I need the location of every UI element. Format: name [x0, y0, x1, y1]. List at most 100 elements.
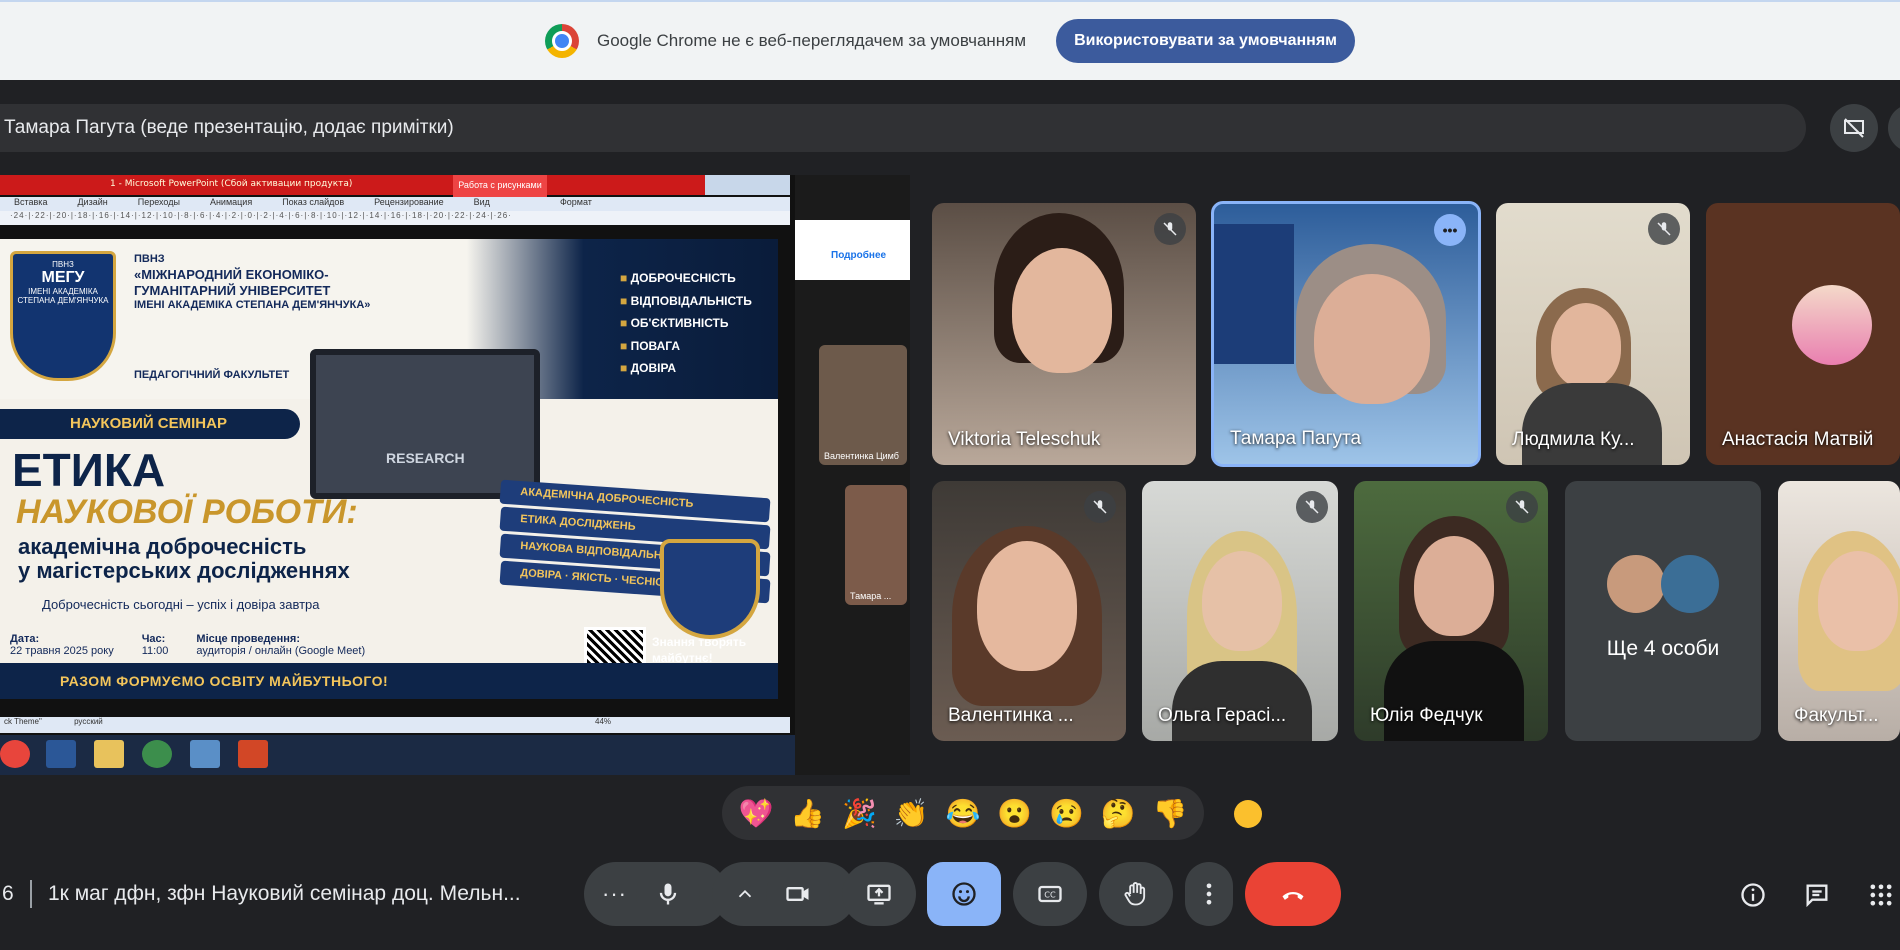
mic-muted-icon [1506, 491, 1538, 523]
chat-button[interactable] [1800, 878, 1834, 912]
participant-shirt [1522, 383, 1662, 465]
slide-title-2: НАУКОВОЇ РОБОТИ: [16, 493, 358, 531]
captions-button[interactable]: CC [1013, 862, 1087, 926]
mini-participant-tile: Валентинка Цимб [819, 345, 907, 465]
event-place: Місце проведення: аудиторія / онлайн (Goo… [196, 633, 365, 657]
university-crest: ПВНЗ МЕГУ ІМЕНІ АКАДЕМІКА СТЕПАНА ДЕМ'ЯН… [10, 251, 116, 381]
surprised-reaction[interactable]: 😮 [997, 797, 1032, 830]
participant-face [1818, 551, 1898, 651]
crest-sub-text: ІМЕНІ АКАДЕМІКА СТЕПАНА ДЕМ'ЯНЧУКА [17, 287, 109, 305]
slide-title-1: ЕТИКА [12, 444, 166, 496]
participant-avatar [1661, 555, 1719, 613]
hang-up-icon [1282, 891, 1304, 900]
slide-subtitle: академічна доброчесність у магістерських… [18, 534, 350, 583]
participant-tile[interactable]: Ольга Гераci... [1142, 481, 1338, 741]
slide-footer: РАЗОМ ФОРМУЄМО ОСВІТУ МАЙБУТНЬОГО! [0, 663, 778, 699]
participant-face [1202, 551, 1282, 651]
reactions-button[interactable] [927, 862, 1001, 926]
info-icon [1741, 883, 1765, 907]
image-viewer-taskbar-icon [190, 740, 220, 768]
values-list: ДОБРОЧЕСНІСТЬ ВІДПОВІДАЛЬНІСТЬ ОБ'ЄКТИВН… [620, 267, 752, 380]
participant-shirt [1172, 661, 1312, 741]
more-participants-tile[interactable]: Ще 4 особи [1565, 481, 1761, 741]
slide-subtitle-line-1: академічна доброчесність [18, 534, 307, 559]
ppt-menu-item: Анимация [209, 197, 253, 207]
browser-content: Подробнее [795, 220, 910, 280]
date-label: Дата: [10, 633, 40, 645]
participant-face [1012, 248, 1112, 373]
qr-caption: Знання творять майбутнє! [652, 635, 747, 665]
participant-name: Юлія Федчук [1370, 705, 1483, 726]
laptop-image: RESEARCH [310, 349, 540, 499]
event-date: Дата: 22 травня 2025 року [10, 633, 114, 657]
background-browser-window: Подробнее Валентинка Цимб Тамара ... [795, 175, 910, 775]
mic-muted-icon [1154, 213, 1186, 245]
clapping-reaction[interactable]: 👏 [894, 797, 929, 830]
participant-face [1414, 536, 1494, 636]
emoji-icon [952, 882, 976, 906]
participant-tile[interactable]: Факульт... [1778, 481, 1900, 741]
more-participants-label: Ще 4 особи [1606, 637, 1720, 660]
microphone-button[interactable] [636, 862, 700, 926]
presenter-bar: Тамара Пагута (веде презентацію, додає п… [0, 104, 1806, 152]
seminar-badge: НАУКОВИЙ СЕМІНАР [0, 409, 300, 439]
participant-avatar [1792, 285, 1872, 365]
ppt-theme-name: ck Theme" [4, 717, 42, 726]
hide-presentation-button[interactable] [1830, 104, 1878, 152]
more-options-button[interactable] [1185, 862, 1233, 926]
participant-tile[interactable]: Людмила Ку... [1496, 203, 1690, 465]
participant-tile[interactable]: Анастасія Матвій [1706, 203, 1900, 465]
participant-name: Факульт... [1794, 705, 1879, 726]
chat-icon [1806, 884, 1828, 908]
ppt-zoom: 44% [595, 717, 612, 726]
participant-face [977, 541, 1077, 671]
place-value: аудиторія / онлайн (Google Meet) [196, 645, 366, 657]
set-default-button[interactable]: Використовувати за умовчанням [1056, 19, 1356, 63]
thinking-reaction[interactable]: 🤔 [1101, 797, 1136, 830]
ppt-menu-item: Переходы [137, 197, 180, 207]
value-item: ДОБРОЧЕСНІСТЬ [620, 267, 752, 290]
thumbs-down-reaction[interactable]: 👎 [1153, 797, 1188, 830]
chrome-taskbar-icon [0, 740, 30, 768]
ppt-title-bar: 1 - Microsoft PowerPoint (Сбой активации… [0, 175, 705, 195]
ppt-language: русский [74, 717, 103, 726]
mini-participant-tile: Тамара ... [845, 485, 907, 605]
raise-hand-button[interactable] [1099, 862, 1173, 926]
crying-reaction[interactable]: 😢 [1049, 797, 1084, 830]
value-item: ПОВАГА [620, 335, 752, 358]
camera-button[interactable] [766, 862, 830, 926]
sparkling-heart-reaction[interactable]: 💖 [738, 797, 773, 830]
ppt-window-controls [705, 175, 790, 195]
presentation-slide: ПВНЗ МЕГУ ІМЕНІ АКАДЕМІКА СТЕПАНА ДЕМ'ЯН… [0, 239, 778, 699]
thumbs-up-reaction[interactable]: 👍 [790, 797, 825, 830]
leave-call-button[interactable] [1245, 862, 1341, 926]
value-item: ВІДПОВІДАЛЬНІСТЬ [620, 290, 752, 313]
mini-tile-label: Валентинка Цимб [824, 451, 899, 461]
more-options-icon[interactable]: ••• [1434, 214, 1466, 246]
ppt-menu-item: Формат [559, 197, 592, 207]
activities-button[interactable] [1864, 878, 1898, 912]
participant-tile[interactable]: Viktoria Teleschuk [932, 203, 1196, 465]
participant-tile-speaking[interactable]: ••• Тамара Пагута [1211, 201, 1481, 467]
word-taskbar-icon [46, 740, 76, 768]
more-presenter-button[interactable] [1888, 104, 1900, 152]
skin-tone-picker[interactable] [1234, 800, 1262, 828]
reactions-bar: 💖 👍 🎉 👏 😂 😮 😢 🤔 👎 [722, 786, 1204, 840]
mini-tile-label: Тамара ... [850, 591, 892, 601]
infobar-message: Google Chrome не є веб-переглядачем за у… [596, 31, 1027, 50]
meeting-details-button[interactable] [1736, 878, 1770, 912]
microphone-icon [659, 883, 677, 905]
ppt-menu-item: Рецензирование [374, 197, 444, 207]
audio-settings-icon[interactable]: ··· [602, 881, 627, 907]
laughing-reaction[interactable]: 😂 [946, 797, 981, 830]
party-popper-reaction[interactable]: 🎉 [842, 797, 877, 830]
participant-tile[interactable]: Валентинка ... [932, 481, 1126, 741]
mic-muted-icon [1084, 491, 1116, 523]
present-screen-button[interactable] [842, 862, 916, 926]
participant-tile[interactable]: Юлія Федчук [1354, 481, 1548, 741]
chevron-up-icon[interactable] [734, 883, 756, 905]
event-time: Час: 11:00 [142, 633, 169, 657]
mic-muted-icon [1648, 213, 1680, 245]
ppt-menu-bar: Вставка Дизайн Переходы Анимация Показ с… [0, 197, 790, 211]
place-label: Місце проведення: [196, 633, 300, 645]
